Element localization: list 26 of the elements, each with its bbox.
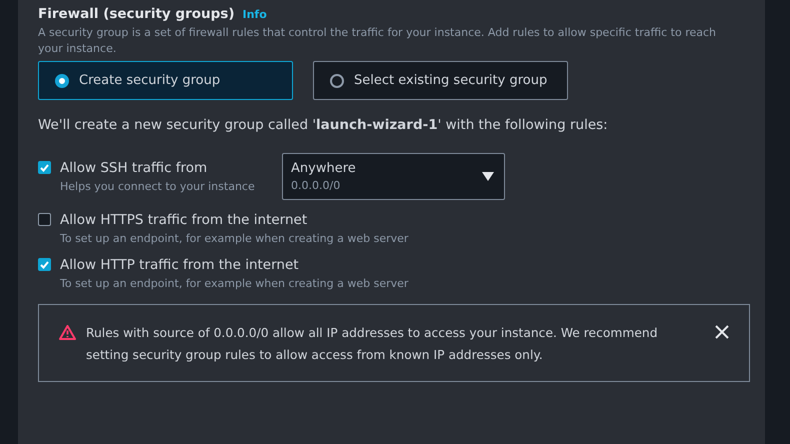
checkbox[interactable] [38, 258, 51, 271]
section-title: Firewall (security groups) [38, 6, 234, 22]
close-button[interactable] [715, 325, 729, 339]
checkbox[interactable] [38, 213, 51, 226]
dropdown-detail: 0.0.0.0/0 [291, 179, 342, 192]
rule-label: Allow SSH traffic from [60, 160, 208, 176]
warning-icon [59, 325, 76, 340]
summary-text: We'll create a new security group called 'launch-wizard-1' with the following rules: [38, 117, 609, 133]
checkbox[interactable] [38, 161, 51, 174]
section-description: A security group is a set of firewall rules that control the traffic for your instance. Add rules to allow specific traffic to reach your instance. [38, 25, 718, 57]
check-icon [40, 260, 49, 268]
rule-label: Allow HTTPS traffic from the internet [60, 212, 308, 228]
rule-hint: To set up an endpoint, for example when creating a web server [60, 277, 408, 290]
source-dropdown[interactable]: Anywhere 0.0.0.0/0 [282, 153, 505, 200]
rule-hint: To set up an endpoint, for example when creating a web server [60, 232, 408, 245]
rule-hint: Helps you connect to your instance [60, 180, 255, 193]
dropdown-value: Anywhere [291, 161, 357, 176]
warning-message: Rules with source of 0.0.0.0/0 allow all IP addresses to access your instance. We recommend setting security group rules to allow access from known IP addresses only. [86, 325, 658, 364]
radio-option[interactable]: Create security group [38, 61, 293, 100]
radio-icon[interactable] [55, 74, 69, 88]
rule-label: Allow HTTP traffic from the internet [60, 257, 300, 273]
info-link[interactable]: Info [242, 8, 267, 21]
caret-icon [482, 172, 494, 181]
check-icon [40, 164, 49, 172]
radio-option[interactable]: Select existing security group [313, 61, 568, 100]
radio-icon[interactable] [330, 74, 344, 88]
